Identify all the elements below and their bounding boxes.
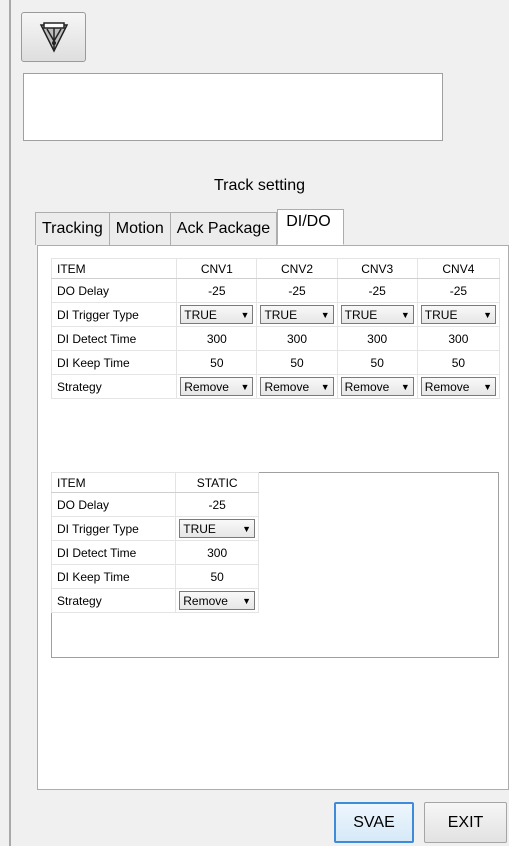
di-keep-time-cnv1[interactable]: 50 (176, 350, 258, 375)
dropdown-arrow-icon: ▼ (320, 381, 330, 392)
strategy-dropdown-cnv3[interactable]: Remove ▼ (340, 377, 414, 396)
exit-button[interactable]: EXIT (424, 802, 507, 843)
page-title: Track setting (214, 177, 305, 194)
dropdown-arrow-icon: ▼ (483, 309, 492, 320)
strategy-dropdown-cnv1[interactable]: Remove ▼ (180, 377, 254, 396)
dropdown-cell: Remove ▼ (256, 374, 338, 399)
static-io-table: ITEM STATIC DO Delay -25 DI Trigger Type… (50, 472, 259, 613)
row-label: DI Detect Time (50, 540, 177, 565)
dropdown-cell: Remove ▼ (416, 374, 501, 399)
tab-motion[interactable]: Motion (108, 212, 171, 245)
dropdown-arrow-icon: ▼ (240, 309, 250, 320)
table-row: DO Delay -25 -25 -25 -25 (50, 278, 501, 303)
table-row: DO Delay -25 (50, 492, 259, 517)
di-detect-time-static[interactable]: 300 (175, 540, 259, 565)
row-label: DI Keep Time (50, 350, 178, 375)
dropdown-arrow-icon: ▼ (483, 381, 492, 392)
row-label: DI Keep Time (50, 564, 177, 589)
column-header-cnv3: CNV3 (336, 258, 418, 279)
row-label: DI Trigger Type (50, 516, 177, 541)
dropdown-cell: Remove ▼ (176, 374, 258, 399)
table-row: Strategy Remove ▼ Remove ▼ Remove ▼ Remove ▼ (50, 374, 501, 399)
strategy-dropdown-static[interactable]: Remove ▼ (179, 591, 255, 610)
column-header-cnv1: CNV1 (176, 258, 258, 279)
window-left-edge (9, 0, 11, 846)
dropdown-value: TRUE (264, 307, 298, 322)
dropdown-value: Remove (184, 379, 229, 394)
dropdown-arrow-icon: ▼ (242, 595, 251, 606)
di-trigger-type-dropdown-cnv3[interactable]: TRUE ▼ (340, 305, 414, 324)
column-header-static: STATIC (175, 472, 259, 493)
column-header-cnv4: CNV4 (416, 258, 501, 279)
dropdown-cell: TRUE ▼ (336, 302, 418, 327)
item-header: ITEM (50, 472, 177, 493)
dropdown-value: TRUE (424, 307, 458, 322)
di-trigger-type-dropdown-cnv4[interactable]: TRUE ▼ (420, 305, 496, 324)
dropdown-cell: TRUE ▼ (416, 302, 501, 327)
tab-di-do[interactable]: DI/DO (277, 209, 344, 245)
di-detect-time-cnv1[interactable]: 300 (176, 326, 258, 351)
dropdown-value: TRUE (184, 307, 217, 322)
message-display[interactable] (23, 73, 443, 141)
row-label: DO Delay (50, 492, 177, 517)
strategy-dropdown-cnv2[interactable]: Remove ▼ (260, 377, 334, 396)
row-label: Strategy (50, 374, 178, 399)
row-label: DI Detect Time (50, 326, 178, 351)
dropdown-value: Remove (264, 379, 310, 394)
strategy-dropdown-cnv4[interactable]: Remove ▼ (420, 377, 496, 396)
dropdown-value: Remove (344, 379, 390, 394)
row-label: DO Delay (50, 278, 178, 303)
dropdown-value: TRUE (344, 307, 378, 322)
di-detect-time-cnv4[interactable]: 300 (416, 326, 501, 351)
do-delay-cnv3[interactable]: -25 (336, 278, 418, 303)
di-keep-time-static[interactable]: 50 (175, 564, 259, 589)
di-keep-time-cnv4[interactable]: 50 (416, 350, 501, 375)
dropdown-arrow-icon: ▼ (240, 381, 250, 392)
do-delay-cnv4[interactable]: -25 (416, 278, 501, 303)
robot-arm-icon (39, 22, 68, 53)
dropdown-arrow-icon: ▼ (320, 309, 330, 320)
column-header-cnv2: CNV2 (256, 258, 338, 279)
dropdown-arrow-icon: ▼ (400, 309, 410, 320)
table-row: DI Trigger Type TRUE ▼ (50, 516, 259, 541)
table-row: DI Keep Time 50 (50, 564, 259, 589)
dropdown-cell: TRUE ▼ (176, 302, 258, 327)
di-trigger-type-dropdown-cnv2[interactable]: TRUE ▼ (260, 305, 334, 324)
dropdown-cell: TRUE ▼ (256, 302, 338, 327)
logo-button[interactable] (21, 12, 86, 62)
di-detect-time-cnv2[interactable]: 300 (256, 326, 338, 351)
do-delay-static[interactable]: -25 (175, 492, 259, 517)
do-delay-cnv2[interactable]: -25 (256, 278, 338, 303)
di-keep-time-cnv2[interactable]: 50 (256, 350, 338, 375)
table-row: Strategy Remove ▼ (50, 588, 259, 613)
di-detect-time-cnv3[interactable]: 300 (336, 326, 418, 351)
table-row: DI Detect Time 300 (50, 540, 259, 565)
di-keep-time-cnv3[interactable]: 50 (336, 350, 418, 375)
conveyor-io-table: ITEM CNV1 CNV2 CNV3 CNV4 DO Delay -25 -2… (50, 258, 501, 399)
table-row: DI Detect Time 300 300 300 300 (50, 326, 501, 351)
dropdown-cell: TRUE ▼ (175, 516, 259, 541)
dropdown-value: TRUE (183, 521, 216, 536)
di-trigger-type-dropdown-static[interactable]: TRUE ▼ (179, 519, 255, 538)
row-label: DI Trigger Type (50, 302, 178, 327)
dropdown-arrow-icon: ▼ (242, 523, 251, 534)
item-header: ITEM (50, 258, 178, 279)
tab-ack-package[interactable]: Ack Package (169, 212, 278, 245)
table-row: DI Keep Time 50 50 50 50 (50, 350, 501, 375)
table-header-row: ITEM CNV1 CNV2 CNV3 CNV4 (50, 258, 501, 279)
dropdown-value: Remove (424, 379, 470, 394)
table-row: DI Trigger Type TRUE ▼ TRUE ▼ TRUE ▼ TRUE ▼ (50, 302, 501, 327)
save-button[interactable]: SVAE (334, 802, 414, 843)
di-trigger-type-dropdown-cnv1[interactable]: TRUE ▼ (180, 305, 254, 324)
dropdown-value: Remove (183, 593, 228, 608)
do-delay-cnv1[interactable]: -25 (176, 278, 258, 303)
dropdown-arrow-icon: ▼ (400, 381, 410, 392)
tab-tracking[interactable]: Tracking (35, 212, 110, 245)
dropdown-cell: Remove ▼ (175, 588, 259, 613)
table-header-row: ITEM STATIC (50, 472, 259, 493)
row-label: Strategy (50, 588, 177, 613)
tab-bar: Tracking Motion Ack Package DI/DO (35, 209, 344, 245)
dropdown-cell: Remove ▼ (336, 374, 418, 399)
